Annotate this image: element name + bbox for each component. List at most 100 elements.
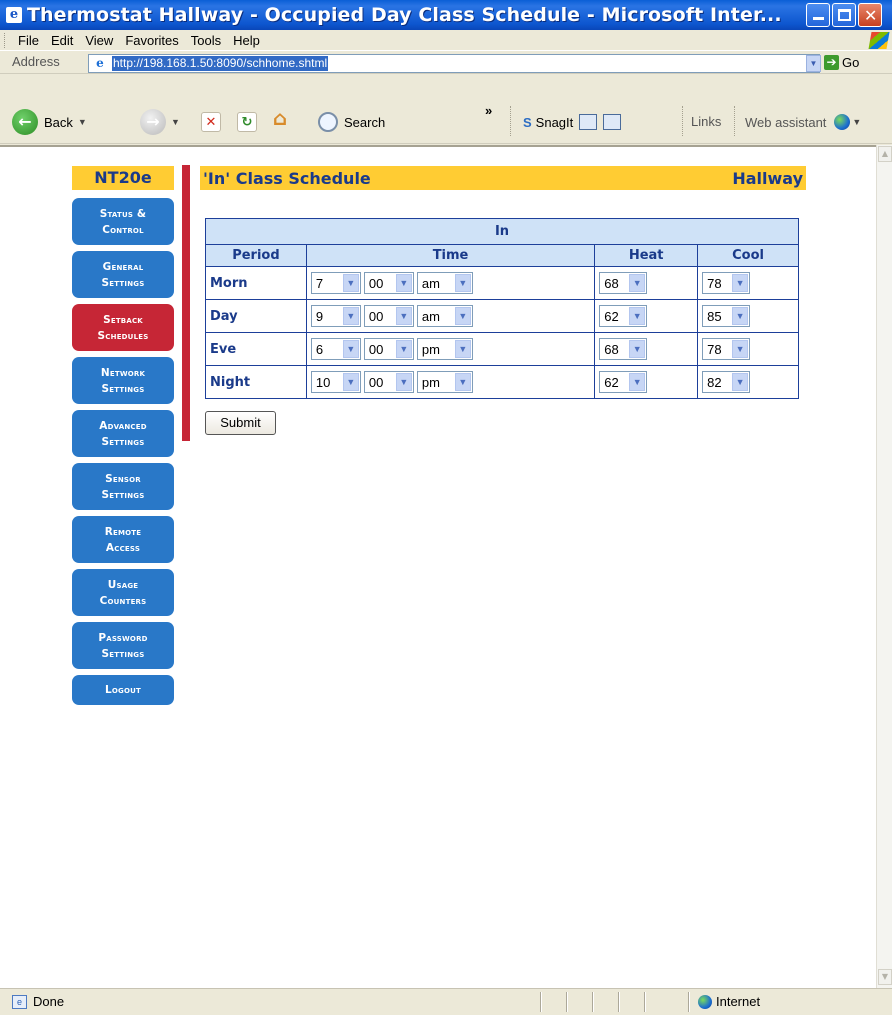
heat-select[interactable]: 62 ▼ <box>599 371 648 393</box>
scroll-down-icon[interactable]: ▼ <box>878 969 892 985</box>
minimize-button[interactable] <box>806 3 830 27</box>
ampm-select[interactable]: am ▼ <box>416 272 473 294</box>
time-cell: 7 ▼ 00 ▼ am ▼ <box>305 266 596 300</box>
minute-value: 00 <box>368 374 384 390</box>
web-assistant-dropdown-icon[interactable]: ▼ <box>852 117 861 127</box>
toolbar-overflow-button[interactable]: » <box>485 103 492 118</box>
ampm-value: pm <box>421 341 440 357</box>
ampm-select[interactable]: pm ▼ <box>416 338 473 360</box>
back-label: Back <box>44 114 73 130</box>
maximize-button[interactable] <box>832 3 856 27</box>
stop-button[interactable]: ✕ <box>201 112 221 132</box>
snagit-edit-icon[interactable] <box>603 114 622 130</box>
back-button[interactable]: ← Back ▼ <box>12 109 87 135</box>
cool-select[interactable]: 82 ▼ <box>702 371 751 393</box>
heat-select[interactable]: 68 ▼ <box>599 338 648 360</box>
status-panel-divider <box>688 992 690 1012</box>
home-icon: ⌂ <box>272 106 288 130</box>
nav-label-line2: Control <box>102 223 144 236</box>
forward-button[interactable]: → ▼ <box>140 109 180 135</box>
heat-value: 62 <box>604 374 619 390</box>
column-header-period: Period <box>205 244 307 267</box>
address-input[interactable]: e http://198.168.1.50:8090/schhome.shtml <box>88 54 820 73</box>
menu-view[interactable]: View <box>80 33 120 48</box>
refresh-button[interactable]: ↻ <box>237 112 257 132</box>
hour-select[interactable]: 10 ▼ <box>310 371 361 393</box>
forward-arrow-icon: → <box>140 109 166 135</box>
home-button[interactable]: ⌂ <box>270 108 290 128</box>
back-dropdown-icon[interactable]: ▼ <box>78 117 87 127</box>
window-title: Thermostat Hallway - Occupied Day Class … <box>27 4 782 26</box>
scroll-up-icon[interactable]: ▲ <box>878 146 892 162</box>
menu-file[interactable]: File <box>13 33 46 48</box>
nav-label-line1: Remote <box>104 525 142 538</box>
links-button[interactable]: Links <box>691 114 721 129</box>
address-dropdown-icon[interactable]: ▼ <box>806 55 821 72</box>
nav-divider <box>182 165 190 441</box>
snagit-icon: S <box>523 114 532 130</box>
chevron-down-icon: ▼ <box>342 373 359 391</box>
status-bar: e Done Internet <box>0 988 892 1015</box>
go-button[interactable]: ➔ Go <box>824 55 859 70</box>
ampm-select[interactable]: pm ▼ <box>416 371 473 393</box>
web-assistant-label: Web assistant <box>745 114 827 130</box>
hour-select[interactable]: 9 ▼ <box>310 305 361 327</box>
menu-bar: File Edit View Favorites Tools Help <box>0 30 892 51</box>
minimize-icon <box>813 17 824 20</box>
nav-advanced-settings[interactable]: Advanced Settings <box>72 410 174 457</box>
menu-tools[interactable]: Tools <box>186 33 228 48</box>
internet-zone-icon <box>698 995 712 1009</box>
status-panel-divider <box>540 992 542 1012</box>
menu-help[interactable]: Help <box>228 33 267 48</box>
nav-label-line1: Logout <box>105 684 141 696</box>
search-button[interactable]: Search <box>318 112 385 132</box>
time-cell: 10 ▼ 00 ▼ pm ▼ <box>305 365 596 399</box>
period-label: Day <box>205 299 307 333</box>
minute-select[interactable]: 00 ▼ <box>363 371 414 393</box>
nav-network-settings[interactable]: Network Settings <box>72 357 174 404</box>
menu-favorites[interactable]: Favorites <box>120 33 185 48</box>
hour-value: 6 <box>315 341 324 357</box>
minute-select[interactable]: 00 ▼ <box>363 272 414 294</box>
hour-select[interactable]: 7 ▼ <box>310 272 361 294</box>
snagit-button[interactable]: S SnagIt <box>523 114 622 130</box>
cool-select[interactable]: 85 ▼ <box>702 305 751 327</box>
nav-logout[interactable]: Logout <box>72 675 174 705</box>
minute-select[interactable]: 00 ▼ <box>363 338 414 360</box>
table-row: Day 9 ▼ 00 ▼ am ▼ 62 ▼ 85 ▼ <box>205 299 799 333</box>
chevron-down-icon: ▼ <box>629 340 646 358</box>
heat-select[interactable]: 68 ▼ <box>599 272 648 294</box>
ampm-select[interactable]: am ▼ <box>416 305 473 327</box>
nav-setback-schedules[interactable]: Setback Schedules <box>72 304 174 351</box>
nav-sensor-settings[interactable]: Sensor Settings <box>72 463 174 510</box>
status-panel-divider <box>566 992 568 1012</box>
address-bar: Address e http://198.168.1.50:8090/schho… <box>0 52 892 74</box>
menu-edit[interactable]: Edit <box>46 33 80 48</box>
chevron-down-icon: ▼ <box>732 340 749 358</box>
submit-button[interactable]: Submit <box>205 411 276 435</box>
cool-select[interactable]: 78 ▼ <box>702 272 751 294</box>
time-cell: 9 ▼ 00 ▼ am ▼ <box>305 299 596 333</box>
heat-cell: 62 ▼ <box>594 299 699 333</box>
nav-general-settings[interactable]: General Settings <box>72 251 174 298</box>
page-done-icon: e <box>12 995 27 1009</box>
vertical-scrollbar[interactable]: ▲ ▼ <box>876 145 892 988</box>
cool-select[interactable]: 78 ▼ <box>702 338 751 360</box>
nav-status-control[interactable]: Status & Control <box>72 198 174 245</box>
web-assistant-button[interactable]: Web assistant ▼ <box>745 114 861 130</box>
close-button[interactable]: ✕ <box>858 3 882 27</box>
forward-dropdown-icon[interactable]: ▼ <box>171 117 180 127</box>
table-caption: In <box>205 218 799 245</box>
snagit-window-icon[interactable] <box>579 114 598 130</box>
heat-select[interactable]: 62 ▼ <box>599 305 648 327</box>
column-header-heat: Heat <box>594 244 699 267</box>
title-bar: e Thermostat Hallway - Occupied Day Clas… <box>0 0 892 30</box>
nav-password-settings[interactable]: Password Settings <box>72 622 174 669</box>
zone-text: Internet <box>716 994 761 1009</box>
nav-usage-counters[interactable]: Usage Counters <box>72 569 174 616</box>
nav-remote-access[interactable]: Remote Access <box>72 516 174 563</box>
menu-grip <box>4 32 7 48</box>
hour-select[interactable]: 6 ▼ <box>310 338 361 360</box>
address-url[interactable]: http://198.168.1.50:8090/schhome.shtml <box>112 56 329 71</box>
minute-select[interactable]: 00 ▼ <box>363 305 414 327</box>
